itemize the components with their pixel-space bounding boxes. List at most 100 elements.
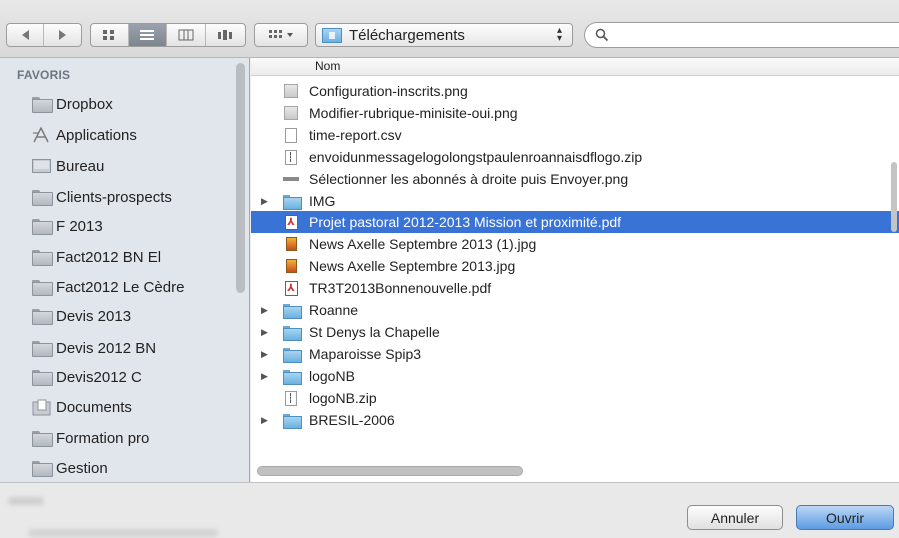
zip-file-icon (279, 149, 303, 165)
sidebar-item-label: Dropbox (56, 95, 113, 113)
image-file-icon (279, 106, 303, 120)
file-row[interactable]: ▶ logoNB (251, 365, 899, 387)
back-forward-buttons (6, 23, 82, 47)
file-name: Roanne (309, 302, 359, 318)
coverflow-view-button[interactable] (206, 24, 245, 46)
file-name: IMG (309, 193, 336, 209)
sidebar-item-dropbox[interactable]: Dropbox (32, 92, 113, 116)
sidebar-item-label: Clients-prospects (56, 188, 172, 206)
toolbar: Téléchargements ▴ ▾ (0, 0, 899, 58)
folder-icon (279, 303, 303, 319)
sidebar-item-documents[interactable]: Documents (32, 395, 132, 419)
file-row[interactable]: News Axelle Septembre 2013.jpg (251, 255, 899, 277)
search-input[interactable] (615, 27, 875, 43)
back-button[interactable] (7, 24, 45, 46)
file-list-horizontal-scrollbar[interactable] (257, 466, 523, 476)
file-row[interactable]: envoidunmessagelogolongstpaulenroannaisd… (251, 146, 899, 168)
sidebar-item-bureau[interactable]: Bureau (32, 154, 104, 178)
search-field[interactable] (584, 22, 899, 48)
jpeg-file-icon (279, 237, 303, 251)
location-label: Téléchargements (349, 26, 465, 44)
cancel-button[interactable]: Annuler (687, 505, 783, 530)
file-row[interactable]: ▶ Maparoisse Spip3 (251, 343, 899, 365)
file-row[interactable]: ▶ IMG (251, 190, 899, 212)
file-row[interactable]: ⅄ TR3T2013Bonnenouvelle.pdf (251, 277, 899, 299)
open-button[interactable]: Ouvrir (796, 505, 894, 530)
pdf-file-icon: ⅄ (279, 214, 303, 230)
sidebar-item-clients-prospects[interactable]: Clients-prospects (32, 185, 172, 209)
view-mode-segmented-control (90, 23, 246, 47)
file-row[interactable]: time-report.csv (251, 124, 899, 146)
file-row[interactable]: ▶ BRESIL-2006 (251, 409, 899, 431)
file-row[interactable]: ⅄ Projet pastoral 2012-2013 Mission et pr… (251, 211, 899, 233)
file-row[interactable]: ▶ St Denys la Chapelle (251, 321, 899, 343)
sidebar-item-label: Bureau (56, 157, 105, 175)
sidebar-item-label: Gestion (56, 459, 108, 477)
file-name: Maparoisse Spip3 (309, 346, 422, 362)
file-name: logoNB.zip (309, 390, 377, 406)
sidebar-item-fact2012-bn-el[interactable]: Fact2012 BN El (32, 245, 161, 269)
forward-arrow-icon (59, 30, 66, 40)
file-name: St Denys la Chapelle (309, 324, 440, 340)
icon-view-button[interactable] (91, 24, 129, 46)
sidebar-item-devis-2013[interactable]: Devis 2013 (32, 304, 131, 328)
back-arrow-icon (21, 30, 29, 40)
coverflow-view-icon (218, 30, 233, 40)
sidebar-item-label: Applications (56, 126, 137, 144)
sidebar-item-label: Devis 2012 BN (56, 339, 157, 357)
disclosure-triangle-icon[interactable]: ▶ (261, 196, 275, 207)
folder-icon (279, 194, 303, 210)
folder-icon (32, 280, 56, 296)
sidebar-item-label: Devis2012 C (56, 368, 142, 386)
location-popup[interactable]: Téléchargements ▴ ▾ (315, 23, 573, 47)
sidebar-item-f-2013[interactable]: F 2013 (32, 214, 103, 238)
disclosure-triangle-icon[interactable]: ▶ (261, 327, 275, 338)
arrange-button[interactable] (254, 23, 308, 47)
file-row[interactable]: Configuration-inscrits.png (251, 80, 899, 102)
sidebar-item-label: Formation pro (56, 429, 150, 447)
disclosure-triangle-icon[interactable]: ▶ (261, 415, 275, 426)
sidebar-item-devis2012-c[interactable]: Devis2012 C (32, 365, 142, 389)
applications-icon (32, 127, 56, 143)
folder-icon (279, 325, 303, 341)
image-file-icon (279, 177, 303, 181)
file-row[interactable]: ▶ Roanne (251, 299, 899, 321)
desktop-icon (32, 159, 56, 173)
column-view-button[interactable] (167, 24, 206, 46)
file-row[interactable]: News Axelle Septembre 2013 (1).jpg (251, 233, 899, 255)
forward-button[interactable] (44, 24, 81, 46)
column-view-icon (178, 29, 194, 41)
folder-icon (32, 250, 56, 266)
blurred-label (8, 497, 44, 505)
list-view-button[interactable] (128, 24, 168, 46)
document-file-icon (279, 127, 303, 143)
blurred-option (28, 529, 218, 537)
sidebar-header: FAVORIS (17, 68, 71, 82)
sidebar-item-devis-2012-bn[interactable]: Devis 2012 BN (32, 336, 156, 360)
file-row[interactable]: Sélectionner les abonnés à droite puis E… (251, 168, 899, 190)
sidebar-item-formation-pro[interactable]: Formation pro (32, 426, 149, 450)
file-row[interactable]: Modifier-rubrique-minisite-oui.png (251, 102, 899, 124)
jpeg-file-icon (279, 259, 303, 273)
column-header-name[interactable]: Nom (251, 58, 899, 76)
sidebar-item-fact2012-le-cedre[interactable]: Fact2012 Le Cèdre (32, 275, 184, 299)
disclosure-triangle-icon[interactable]: ▶ (261, 371, 275, 382)
file-row[interactable]: logoNB.zip (251, 387, 899, 409)
disclosure-triangle-icon[interactable]: ▶ (261, 349, 275, 360)
disclosure-triangle-icon[interactable]: ▶ (261, 305, 275, 316)
dialog-footer: Annuler Ouvrir (0, 482, 899, 538)
sidebar-scrollbar[interactable] (236, 63, 245, 293)
file-list: Nom Configuration-inscrits.png Modifier-r… (251, 58, 899, 482)
folder-icon (279, 369, 303, 385)
sidebar-item-label: Devis 2013 (56, 307, 132, 325)
list-view-icon (140, 30, 155, 40)
icon-view-icon (103, 30, 115, 40)
sidebar-item-gestion[interactable]: Gestion (32, 456, 108, 480)
sidebar-item-label: F 2013 (56, 217, 103, 235)
file-list-vertical-scrollbar[interactable] (891, 162, 897, 232)
folder-icon (32, 190, 56, 206)
folder-icon (32, 370, 56, 386)
downloads-folder-icon (322, 27, 342, 43)
sidebar-item-applications[interactable]: Applications (32, 123, 137, 147)
sidebar-item-label: Fact2012 BN El (56, 248, 162, 266)
